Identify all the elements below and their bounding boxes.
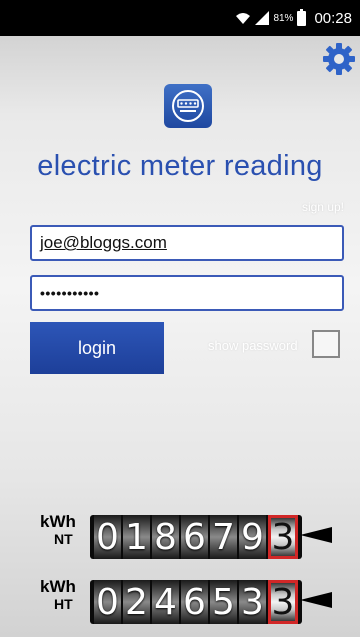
login-button[interactable]: login <box>30 322 164 374</box>
meter-unit: kWh <box>40 577 76 596</box>
meter-unit: kWh <box>40 512 76 531</box>
show-password-checkbox[interactable] <box>312 330 340 358</box>
battery-percent: 81% <box>273 12 294 24</box>
wifi-icon <box>236 13 251 24</box>
meter-digit: 4 <box>152 580 179 624</box>
meter-digit: 0 <box>94 580 121 624</box>
signal-icon <box>255 11 270 25</box>
meter-label: kWh HT <box>40 578 86 611</box>
clock: 00:28 <box>314 9 352 27</box>
status-bar: 81% 00:28 <box>0 0 360 36</box>
meter-digit: 2 <box>123 580 150 624</box>
email-field[interactable]: joe@bloggs.com <box>30 225 344 261</box>
meter-digits: 0 2 4 6 5 3 3 <box>90 580 302 624</box>
meter-digit-highlighted: 3 <box>268 515 298 559</box>
meter-digit: 0 <box>94 515 121 559</box>
meter-tariff: HT <box>54 596 73 612</box>
meter-nt: kWh NT 0 1 8 6 7 9 3 <box>40 513 350 561</box>
meter-digit: 3 <box>239 580 266 624</box>
pointer-arrow-icon <box>300 592 332 608</box>
meter-tariff: NT <box>54 531 73 547</box>
meter-digit: 1 <box>123 515 150 559</box>
meter-digit-highlighted: 3 <box>268 580 298 624</box>
meter-digit: 9 <box>239 515 266 559</box>
email-value: joe@bloggs.com <box>40 233 167 252</box>
meter-digit: 8 <box>152 515 179 559</box>
meter-digit: 6 <box>181 580 208 624</box>
meter-digits: 0 1 8 6 7 9 3 <box>90 515 302 559</box>
password-value: ••••••••••• <box>40 285 100 301</box>
battery-icon <box>297 8 307 26</box>
meter-digit: 5 <box>210 580 237 624</box>
signup-link[interactable]: sign up! <box>302 200 344 214</box>
show-password-label: show password <box>208 338 298 353</box>
meter-label: kWh NT <box>40 513 86 546</box>
app-title: electric meter reading <box>37 150 323 182</box>
gear-icon[interactable] <box>322 42 356 76</box>
meter-digit: 7 <box>210 515 237 559</box>
meter-digit: 6 <box>181 515 208 559</box>
meter-ht: kWh HT 0 2 4 6 5 3 3 <box>40 578 350 626</box>
password-field[interactable]: ••••••••••• <box>30 275 344 311</box>
electric-meter-icon <box>164 84 212 128</box>
pointer-arrow-icon <box>300 527 332 543</box>
